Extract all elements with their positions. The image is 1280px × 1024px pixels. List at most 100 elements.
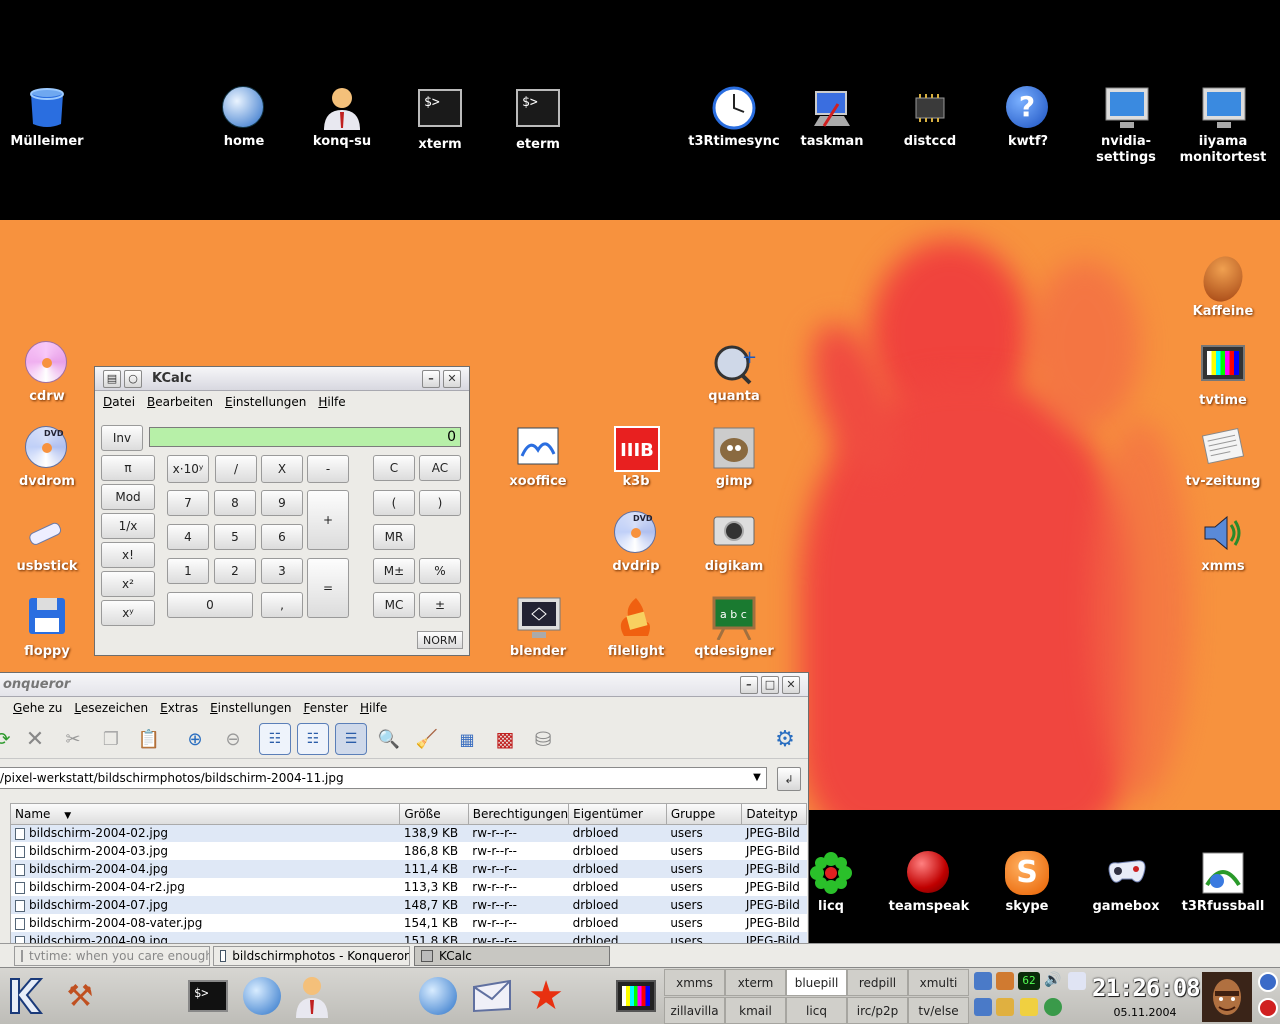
- location-dropdown-icon[interactable]: ▼: [749, 769, 765, 787]
- logout-icon[interactable]: [1258, 998, 1278, 1018]
- desktop-icon-gimp[interactable]: gimp: [685, 426, 783, 490]
- factorial-button[interactable]: x!: [101, 542, 155, 568]
- digit-7-button[interactable]: 7: [167, 490, 209, 516]
- cut-icon[interactable]: ✂: [57, 723, 89, 755]
- paste-icon[interactable]: 📋: [133, 723, 165, 755]
- multiply-button[interactable]: X: [261, 455, 303, 483]
- icon-view-icon[interactable]: ☷: [259, 723, 291, 755]
- zoom-in-icon[interactable]: ⊕: [179, 723, 211, 755]
- column-size[interactable]: Größe: [399, 804, 469, 825]
- zoom-out-icon[interactable]: ⊖: [217, 723, 249, 755]
- desktop-icon-filelight[interactable]: filelight: [587, 596, 685, 660]
- desktop-icon-eterm[interactable]: $> eterm: [489, 86, 587, 153]
- desktop-icon-qtdesigner[interactable]: a b c qtdesigner: [685, 596, 783, 660]
- maximize-button[interactable]: □: [761, 675, 779, 694]
- desktop-icon-iiyamamonitortest[interactable]: iiyama monitortest: [1174, 86, 1272, 166]
- reciprocal-button[interactable]: 1/x: [101, 513, 155, 539]
- window-menu-icon[interactable]: ▤: [103, 369, 121, 388]
- menu-extras[interactable]: Extras: [154, 701, 204, 715]
- menu-hilfe[interactable]: Hilfe: [312, 395, 351, 409]
- desktop-icon-t3rtimesync[interactable]: t3Rtimesync: [685, 86, 783, 150]
- table-row[interactable]: bildschirm-2004-04-r2.jpg 113,3 KB rw-r--r…: [11, 878, 807, 896]
- avatar[interactable]: [1202, 972, 1252, 1022]
- clear-icon[interactable]: 🧹: [411, 723, 443, 755]
- all-clear-button[interactable]: AC: [419, 455, 461, 481]
- pi-button[interactable]: π: [101, 455, 155, 481]
- reload-icon[interactable]: ⟳: [0, 723, 19, 755]
- desktop-icon-tv-zeitung[interactable]: tv-zeitung: [1174, 426, 1272, 490]
- tools-icon[interactable]: ⚒: [58, 974, 102, 1018]
- desktop-zillavilla[interactable]: zillavilla: [664, 997, 725, 1024]
- table-row[interactable]: bildschirm-2004-09.jpg 151,8 KB rw-r--r-- d…: [11, 932, 807, 943]
- star-icon[interactable]: ★: [524, 973, 568, 1019]
- task-kcalc[interactable]: KCalc: [414, 946, 610, 966]
- desktop-icon-xterm[interactable]: $> xterm: [391, 86, 489, 153]
- go-button[interactable]: ↲: [777, 767, 801, 791]
- network-icon[interactable]: [974, 998, 992, 1016]
- digit-3-button[interactable]: 3: [261, 558, 303, 584]
- memory-plusminus-button[interactable]: M±: [373, 558, 415, 584]
- desktop-bluepill[interactable]: bluepill: [786, 969, 847, 996]
- folder-icon[interactable]: [1020, 998, 1038, 1016]
- desktop-icon-distccd[interactable]: distccd: [881, 86, 979, 150]
- users-icon[interactable]: [996, 998, 1014, 1016]
- desktop-xterm[interactable]: xterm: [725, 969, 786, 996]
- desktop-xmulti[interactable]: xmulti: [908, 969, 969, 996]
- desktop-icon-k3b[interactable]: IIIB k3b: [587, 426, 685, 490]
- database-icon[interactable]: ⛁: [527, 723, 559, 755]
- gear-icon[interactable]: ⚙: [769, 723, 801, 755]
- location-input[interactable]: [0, 767, 767, 789]
- power-button[interactable]: xʸ: [101, 600, 155, 626]
- table-row[interactable]: bildschirm-2004-07.jpg 148,7 KB rw-r--r-- d…: [11, 896, 807, 914]
- desktop-icon-cdrw[interactable]: cdrw: [0, 341, 96, 405]
- digit-9-button[interactable]: 9: [261, 490, 303, 516]
- exp10-button[interactable]: x·10ʸ: [167, 455, 209, 483]
- column-group[interactable]: Gruppe: [666, 804, 743, 825]
- desktop-icon-digikam[interactable]: digikam: [685, 511, 783, 575]
- network-icon[interactable]: [974, 972, 992, 990]
- sign-button[interactable]: ±: [419, 592, 461, 618]
- digit-4-button[interactable]: 4: [167, 524, 209, 550]
- menu-fenster[interactable]: Fenster: [297, 701, 354, 715]
- close-button[interactable]: ✕: [782, 675, 800, 694]
- desktop-icon-xooffice[interactable]: xooffice: [489, 426, 587, 490]
- desktop-icon-kaffeine[interactable]: Kaffeine: [1174, 250, 1272, 320]
- konqueror-icon[interactable]: [240, 974, 284, 1018]
- menu-einstellungen[interactable]: Einstellungen: [219, 395, 312, 409]
- desktop-icon-nvidia-settings[interactable]: nvidia- settings: [1077, 86, 1175, 166]
- mod-button[interactable]: Mod: [101, 484, 155, 510]
- lock-icon[interactable]: [1258, 972, 1278, 992]
- desktop-icon-skype[interactable]: Sskype: [978, 851, 1076, 915]
- desktop-icon-usbstick[interactable]: usbstick: [0, 511, 96, 575]
- detail-view-icon[interactable]: ☰: [335, 723, 367, 755]
- konqueror-titlebar[interactable]: onqueror – □ ✕: [0, 673, 808, 697]
- minimize-button[interactable]: –: [422, 369, 440, 388]
- comma-button[interactable]: ,: [261, 592, 303, 618]
- klipper-icon[interactable]: [996, 972, 1014, 990]
- desktop-licq[interactable]: licq: [786, 997, 847, 1024]
- clear-button[interactable]: C: [373, 455, 415, 481]
- task-tvtime[interactable]: tvtime: when you care enough: [14, 946, 210, 966]
- column-permissions[interactable]: Berechtigungen: [468, 804, 570, 825]
- desktop-tv-else[interactable]: tv/else: [908, 997, 969, 1024]
- desktop-icon-gamebox[interactable]: gamebox: [1077, 851, 1175, 915]
- kcalc-titlebar[interactable]: ▤ ○ KCalc – ✕: [95, 367, 469, 391]
- column-name[interactable]: Name ▼: [11, 804, 401, 825]
- desktop-redpill[interactable]: redpill: [847, 969, 908, 996]
- desktop-irc-p2p[interactable]: irc/p2p: [847, 997, 908, 1024]
- plus-button[interactable]: +: [307, 490, 349, 550]
- close-button[interactable]: ✕: [443, 369, 461, 388]
- menu-datei[interactable]: Datei: [97, 395, 141, 409]
- column-owner[interactable]: Eigentümer: [568, 804, 667, 825]
- k-menu-icon[interactable]: [4, 974, 48, 1018]
- square-button[interactable]: x²: [101, 571, 155, 597]
- desktop-icon-dvdrip[interactable]: DVD dvdrip: [587, 511, 685, 575]
- clock[interactable]: 21:26:08 05.11.2004: [1092, 970, 1201, 1022]
- column-filetype[interactable]: Dateityp: [741, 804, 807, 825]
- task-konqueror[interactable]: bildschirmphotos - Konqueror: [213, 946, 410, 966]
- desktop-icon-taskman[interactable]: taskman: [783, 86, 881, 150]
- memory-clear-button[interactable]: MC: [373, 592, 415, 618]
- desktop-icon-xmms[interactable]: xmms: [1174, 511, 1272, 575]
- table-row[interactable]: bildschirm-2004-08-vater.jpg 154,1 KB rw-r…: [11, 914, 807, 932]
- desktop-icon-dvdrom[interactable]: DVD dvdrom: [0, 426, 96, 490]
